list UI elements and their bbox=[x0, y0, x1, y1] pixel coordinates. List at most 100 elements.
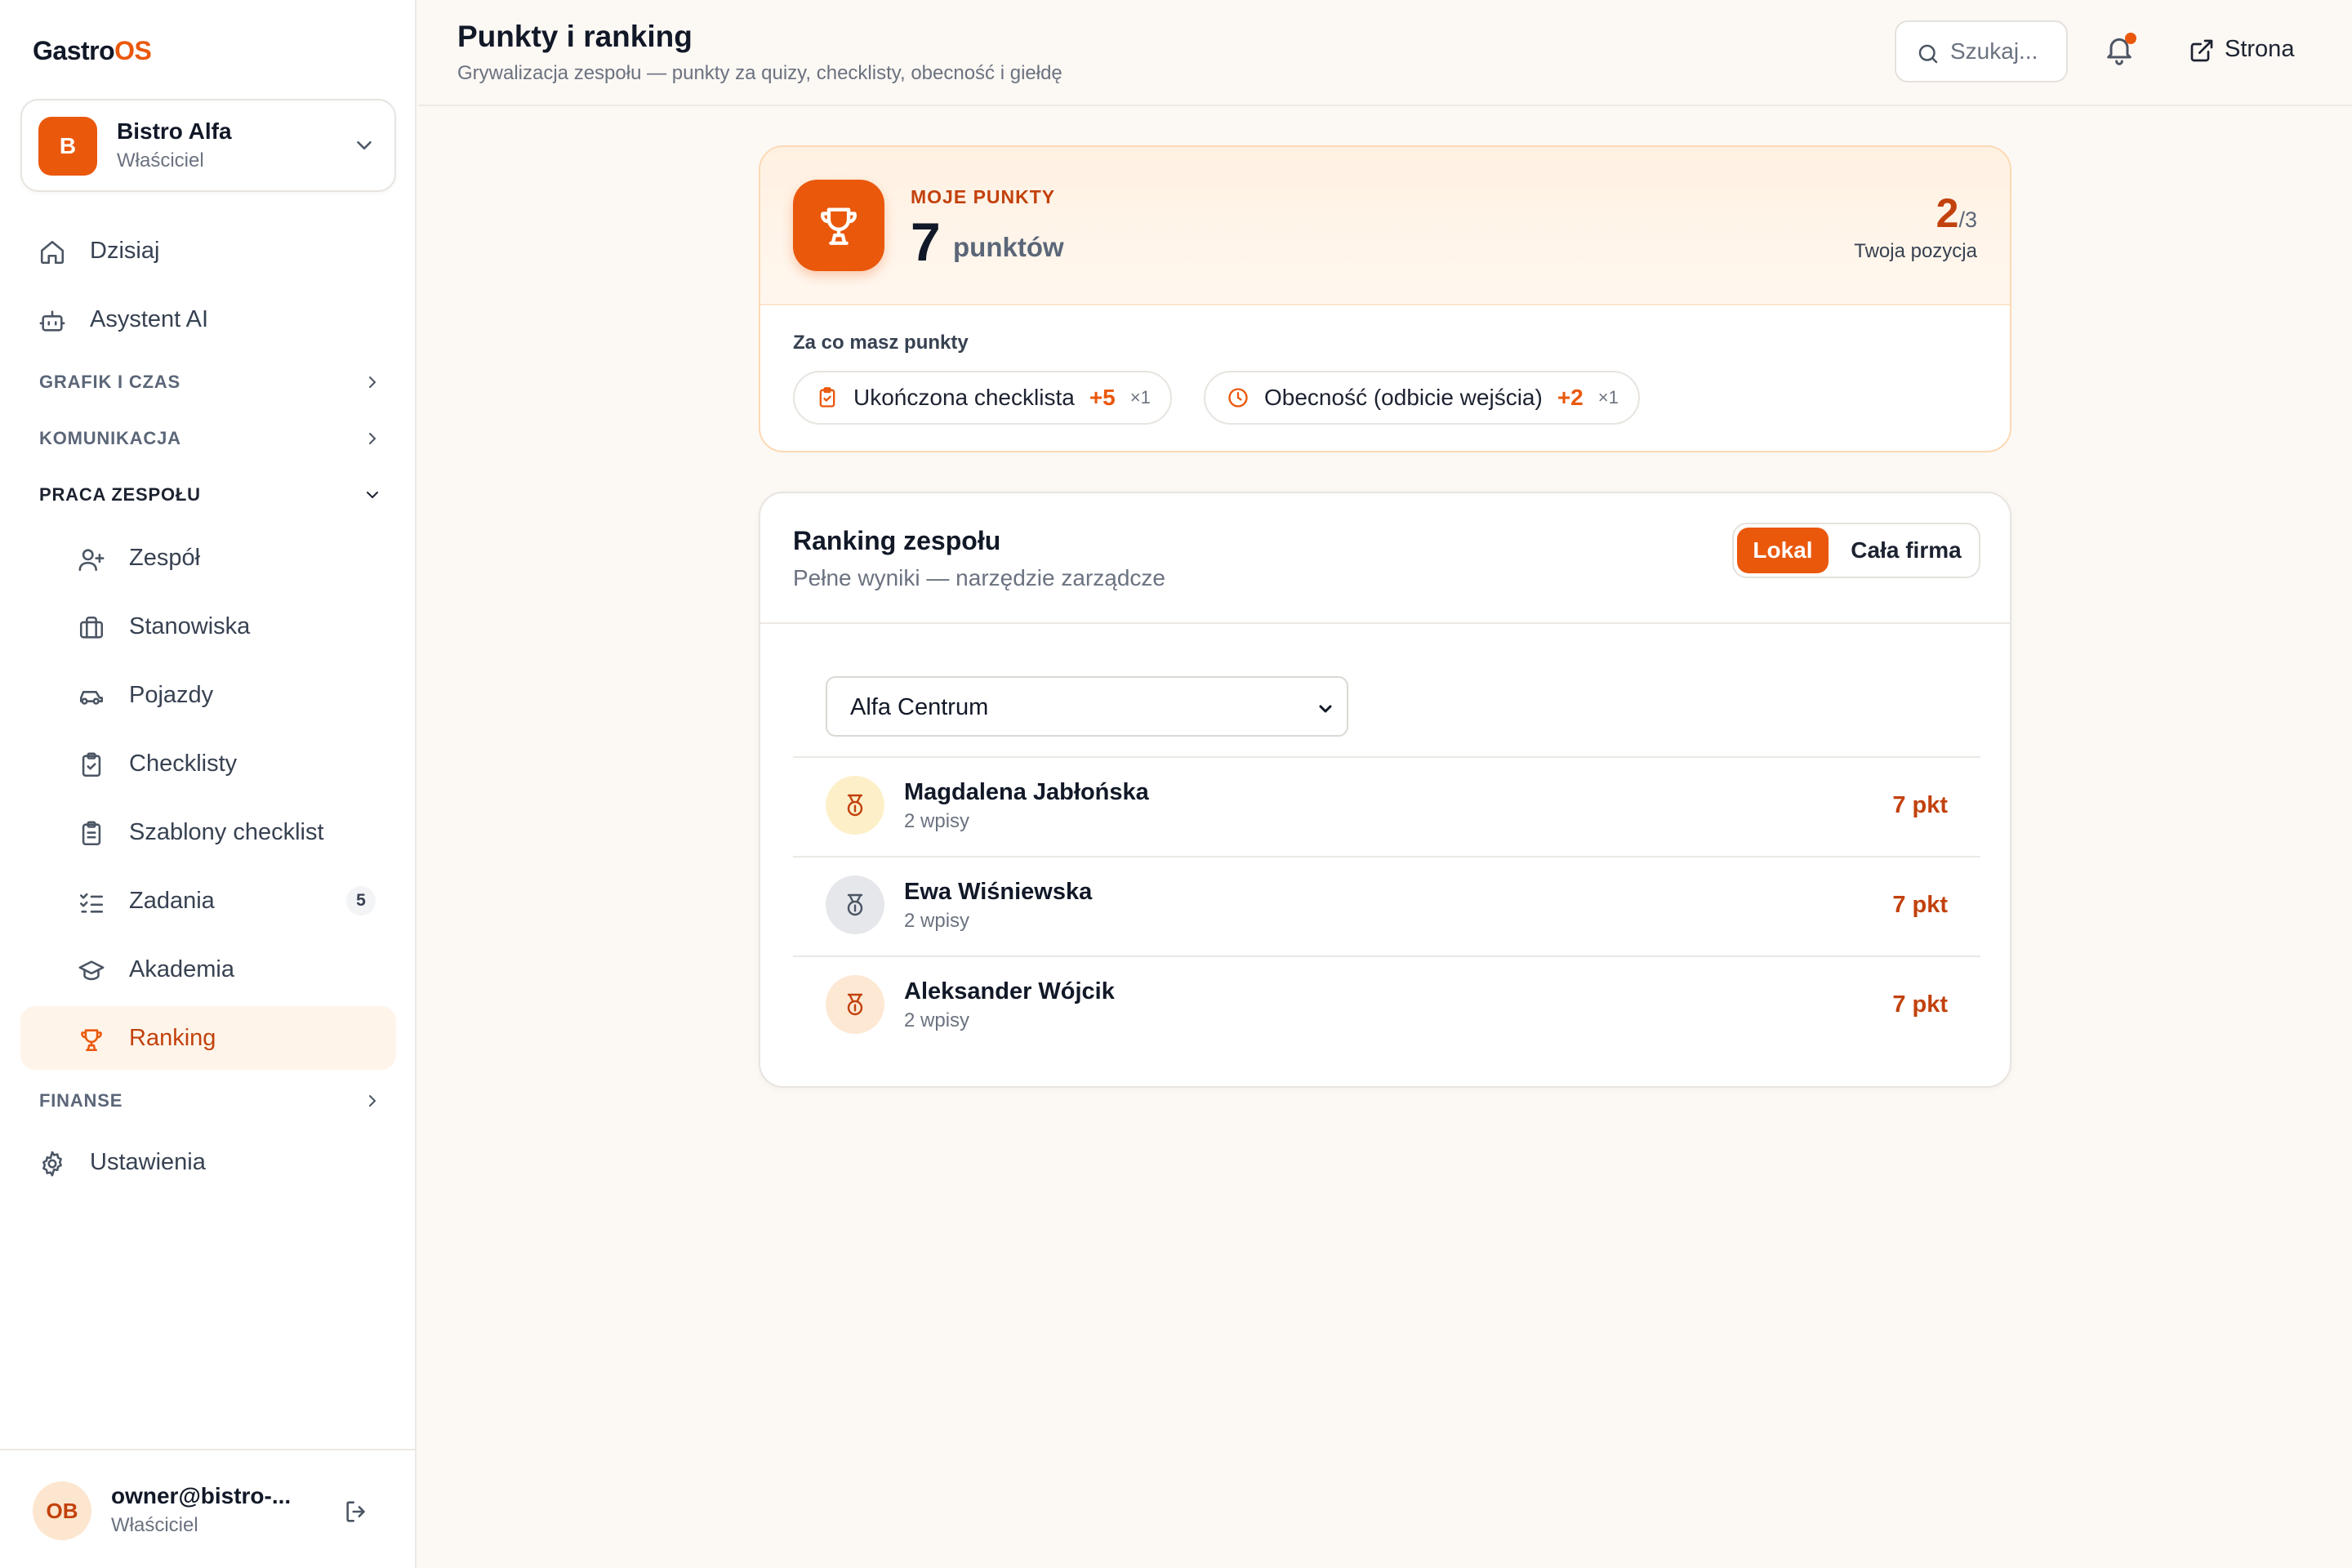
rank-position-value: 2 bbox=[1936, 190, 1959, 236]
briefcase-icon bbox=[78, 614, 104, 640]
ranking-row[interactable]: Magdalena Jabłońska 2 wpisy 7 pkt bbox=[793, 756, 1980, 856]
chip-points: +5 bbox=[1089, 385, 1116, 410]
graduation-cap-icon bbox=[78, 957, 105, 983]
gear-icon bbox=[38, 1150, 65, 1177]
chip-label: Obecność (odbicie wejścia) bbox=[1264, 385, 1543, 410]
notification-dot bbox=[2125, 33, 2136, 44]
search-input[interactable]: Szukaj... bbox=[1895, 20, 2068, 82]
points-chip-checklist: Ukończona checklista +5 ×1 bbox=[793, 371, 1172, 425]
location-select-value: Alfa Centrum bbox=[850, 694, 989, 720]
medal-silver-icon bbox=[826, 875, 884, 934]
earned-for-label: Za co masz punkty bbox=[793, 332, 969, 354]
points-label: MOJE PUNKTY bbox=[911, 186, 1056, 207]
nav-item-label: Zadania bbox=[129, 887, 215, 914]
medal-bronze-icon bbox=[826, 975, 884, 1034]
list-checks-icon bbox=[78, 889, 104, 915]
nav-item-label: Asystent AI bbox=[90, 305, 209, 332]
nav-item-label: Pojazdy bbox=[129, 681, 214, 708]
clipboard-check-icon bbox=[816, 386, 839, 409]
nav-item-ranking[interactable]: Ranking bbox=[20, 1006, 396, 1070]
nav-item-assistant[interactable]: Asystent AI bbox=[20, 287, 396, 351]
sidebar: GastroOS B Bistro Alfa Właściciel Dzisia… bbox=[0, 0, 416, 1568]
ranking-row[interactable]: Aleksander Wójcik 2 wpisy 7 pkt bbox=[793, 956, 1980, 1055]
external-link-icon[interactable] bbox=[2189, 38, 2215, 64]
nav-item-label: Checklisty bbox=[129, 750, 238, 777]
user-plus-icon bbox=[78, 546, 105, 572]
points-unit: punktów bbox=[953, 232, 1064, 262]
user-role: Właściciel bbox=[111, 1514, 198, 1536]
home-icon bbox=[38, 238, 65, 265]
member-entries: 2 wpisy bbox=[904, 910, 970, 932]
scope-company-button[interactable]: Cała firma bbox=[1837, 528, 1976, 573]
member-points: 7 pkt bbox=[1892, 792, 1948, 818]
org-role: Właściciel bbox=[117, 149, 204, 172]
section-label: FINANSE bbox=[39, 1090, 123, 1111]
nav-item-label: Dzisiaj bbox=[90, 237, 160, 264]
nav-item-label: Ranking bbox=[129, 1024, 216, 1051]
top-header: Punkty i ranking Grywalizacja zespołu — … bbox=[418, 0, 2352, 106]
ranking-scope-toggle: Lokal Cała firma bbox=[1732, 523, 1980, 578]
bot-icon bbox=[38, 307, 65, 333]
ranking-header: Ranking zespołu Pełne wyniki — narzędzie… bbox=[760, 493, 2010, 624]
chevron-down-icon bbox=[363, 485, 382, 505]
chip-count: ×1 bbox=[1129, 387, 1151, 408]
nav-item-label: Akademia bbox=[129, 956, 234, 982]
nav-item-tasks[interactable]: Zadania 5 bbox=[20, 869, 396, 933]
logout-icon[interactable] bbox=[343, 1498, 371, 1526]
member-name: Magdalena Jabłońska bbox=[904, 779, 1149, 805]
org-avatar: B bbox=[38, 117, 97, 176]
section-label: PRACA ZESPOŁU bbox=[39, 484, 201, 505]
chevron-down-icon bbox=[1316, 699, 1335, 719]
trophy-icon bbox=[78, 1026, 104, 1052]
section-label: GRAFIK I CZAS bbox=[39, 372, 180, 392]
page-title: Punkty i ranking bbox=[457, 20, 693, 53]
clipboard-list-icon bbox=[78, 820, 104, 846]
user-avatar[interactable]: OB bbox=[33, 1481, 91, 1540]
nav-item-settings[interactable]: Ustawienia bbox=[20, 1130, 396, 1194]
member-points: 7 pkt bbox=[1892, 892, 1948, 918]
chip-count: ×1 bbox=[1597, 387, 1619, 408]
nav-item-academy[interactable]: Akademia bbox=[20, 938, 396, 1001]
rank-position: 2/3 bbox=[1936, 189, 1977, 237]
nav-item-positions[interactable]: Stanowiska bbox=[20, 595, 396, 658]
rank-position-total: /3 bbox=[1958, 207, 1977, 232]
nav-item-today[interactable]: Dzisiaj bbox=[20, 219, 396, 283]
member-name: Ewa Wiśniewska bbox=[904, 879, 1093, 905]
search-icon bbox=[1916, 42, 1940, 66]
rank-position-label: Twoja pozycja bbox=[1854, 240, 1977, 262]
section-communication[interactable]: KOMUNIKACJA bbox=[39, 422, 382, 455]
nav-item-team[interactable]: Zespół bbox=[20, 526, 396, 590]
section-label: KOMUNIKACJA bbox=[39, 428, 181, 448]
chip-points: +2 bbox=[1557, 385, 1584, 410]
chevron-down-icon bbox=[352, 133, 376, 158]
user-footer: OB owner@bistro-... Właściciel bbox=[0, 1449, 415, 1568]
search-placeholder: Szukaj... bbox=[1950, 38, 2038, 64]
nav-item-label: Zespół bbox=[129, 544, 201, 571]
nav-item-vehicles[interactable]: Pojazdy bbox=[20, 663, 396, 727]
chip-label: Ukończona checklista bbox=[853, 385, 1075, 410]
member-entries: 2 wpisy bbox=[904, 1009, 970, 1031]
my-points-card: MOJE PUNKTY 7 punktów 2/3 Twoja pozycja … bbox=[759, 145, 2011, 452]
section-schedule[interactable]: GRAFIK I CZAS bbox=[39, 366, 382, 399]
ranking-row[interactable]: Ewa Wiśniewska 2 wpisy 7 pkt bbox=[793, 856, 1980, 956]
points-value: 7 bbox=[911, 212, 941, 272]
section-teamwork[interactable]: PRACA ZESPOŁU bbox=[39, 479, 382, 511]
app-logo[interactable]: GastroOS bbox=[33, 36, 152, 66]
scope-local-button[interactable]: Lokal bbox=[1737, 528, 1829, 573]
ranking-title: Ranking zespołu bbox=[793, 526, 1001, 555]
nav-item-checklist-templates[interactable]: Szablony checklist bbox=[20, 800, 396, 864]
trophy-icon bbox=[793, 180, 884, 271]
page-subtitle: Grywalizacja zespołu — punkty za quizy, … bbox=[457, 62, 1062, 84]
nav-item-checklists[interactable]: Checklisty bbox=[20, 732, 396, 795]
org-switcher[interactable]: B Bistro Alfa Właściciel bbox=[20, 99, 396, 192]
team-ranking-card: Ranking zespołu Pełne wyniki — narzędzie… bbox=[759, 492, 2011, 1088]
car-icon bbox=[78, 683, 104, 709]
clock-icon bbox=[1227, 386, 1250, 409]
section-finance[interactable]: FINANSE bbox=[39, 1085, 382, 1117]
org-name: Bistro Alfa bbox=[117, 118, 232, 144]
user-email: owner@bistro-... bbox=[111, 1483, 292, 1508]
location-select[interactable]: Alfa Centrum bbox=[826, 676, 1348, 737]
chevron-right-icon bbox=[363, 1091, 382, 1111]
site-link[interactable]: Strona bbox=[2225, 36, 2294, 63]
points-summary: MOJE PUNKTY 7 punktów 2/3 Twoja pozycja bbox=[760, 147, 2010, 305]
